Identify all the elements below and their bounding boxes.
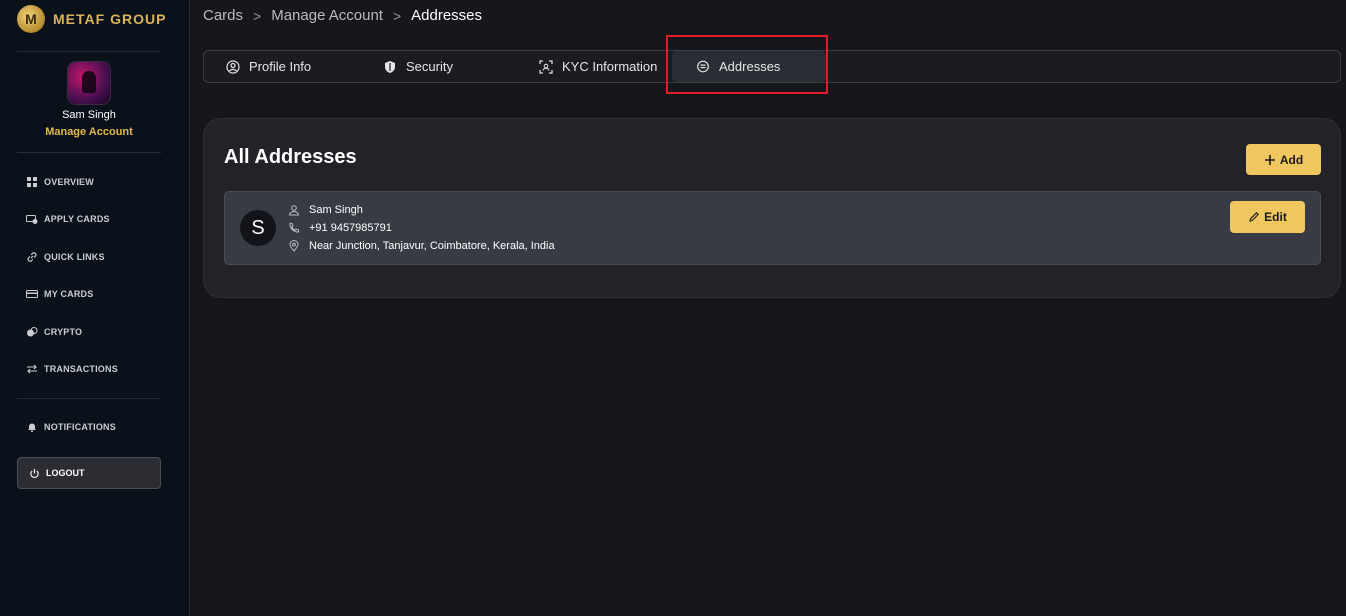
logo-mark-icon: M <box>17 5 45 33</box>
address-phone-text: +91 9457985791 <box>309 222 392 234</box>
address-location: Near Junction, Tanjavur, Coimbatore, Ker… <box>288 240 555 252</box>
arrows-icon <box>27 364 37 374</box>
phone-icon <box>289 223 299 233</box>
cards-icon <box>26 215 38 224</box>
power-icon <box>30 468 39 478</box>
scan-icon <box>539 59 553 74</box>
link-icon <box>27 252 37 262</box>
sidebar-item-crypto[interactable]: CRYPTO <box>26 326 82 338</box>
address-location-text: Near Junction, Tanjavur, Coimbatore, Ker… <box>309 240 555 252</box>
shield-icon <box>385 60 395 73</box>
chevron-right-icon: > <box>253 7 262 24</box>
divider <box>17 51 161 52</box>
address-row: S Sam Singh +91 9457985791 Near Junction… <box>224 191 1321 265</box>
map-pin-icon <box>289 240 299 252</box>
sidebar-item-my-cards[interactable]: MY CARDS <box>26 288 93 300</box>
sidebar-item-label: QUICK LINKS <box>44 252 105 262</box>
addresses-card: All Addresses Add S Sam Singh +91 945798… <box>203 118 1341 298</box>
edit-address-button[interactable]: Edit <box>1230 201 1305 233</box>
sidebar-item-quick-links[interactable]: QUICK LINKS <box>26 251 105 263</box>
logout-label: LOGOUT <box>46 468 85 478</box>
pencil-icon <box>1249 212 1260 222</box>
tab-label: KYC Information <box>562 59 658 74</box>
tab-label: Security <box>406 59 453 74</box>
sidebar-item-label: MY CARDS <box>44 289 94 299</box>
user-name: Sam Singh <box>62 109 116 121</box>
edit-label: Edit <box>1264 210 1287 224</box>
user-icon <box>288 205 300 216</box>
sidebar-item-notifications[interactable]: NOTIFICATIONS <box>26 421 116 433</box>
manage-account-link[interactable]: Manage Account <box>0 126 178 138</box>
divider <box>17 398 161 399</box>
address-avatar: S <box>240 210 276 246</box>
sidebar-item-label: CRYPTO <box>44 327 83 337</box>
address-name: Sam Singh <box>288 204 363 216</box>
add-address-button[interactable]: Add <box>1246 144 1321 175</box>
address-phone: +91 9457985791 <box>288 222 392 234</box>
sidebar-item-transactions[interactable]: TRANSACTIONS <box>26 363 118 375</box>
logo-text: METAF GROUP <box>53 11 167 27</box>
sidebar-item-apply-cards[interactable]: APPLY CARDS <box>26 213 110 225</box>
sidebar-item-label: TRANSACTIONS <box>44 364 118 374</box>
tab-label: Profile Info <box>249 59 312 74</box>
grid-icon <box>27 177 37 187</box>
sidebar-item-label: APPLY CARDS <box>44 214 110 224</box>
tab-kyc-information[interactable]: KYC Information <box>539 51 657 82</box>
address-name-text: Sam Singh <box>309 204 363 216</box>
sidebar: M METAF GROUP Sam Singh Manage Account O… <box>0 0 190 616</box>
card-icon <box>26 290 38 298</box>
breadcrumb: Cards > Manage Account > Addresses <box>203 7 482 24</box>
breadcrumb-item-manage-account[interactable]: Manage Account <box>271 7 383 24</box>
logout-button[interactable]: LOGOUT <box>17 457 161 489</box>
breadcrumb-item-addresses: Addresses <box>411 7 483 24</box>
divider <box>17 152 161 153</box>
tab-security[interactable]: Security <box>383 51 453 82</box>
highlight-box <box>666 35 828 94</box>
user-circle-icon <box>226 59 240 74</box>
sidebar-item-overview[interactable]: OVERVIEW <box>26 176 94 188</box>
bell-icon <box>28 423 36 433</box>
tab-profile-info[interactable]: Profile Info <box>226 51 311 82</box>
page-title: All Addresses <box>224 146 357 168</box>
logo[interactable]: M METAF GROUP <box>17 5 166 33</box>
sidebar-item-label: NOTIFICATIONS <box>44 422 116 432</box>
chevron-right-icon: > <box>392 7 402 24</box>
crypto-icon <box>27 327 38 337</box>
plus-icon <box>1264 154 1275 165</box>
add-label: Add <box>1279 152 1304 167</box>
sidebar-item-label: OVERVIEW <box>44 177 94 187</box>
breadcrumb-item-cards[interactable]: Cards <box>203 7 243 24</box>
avatar[interactable] <box>68 62 110 104</box>
